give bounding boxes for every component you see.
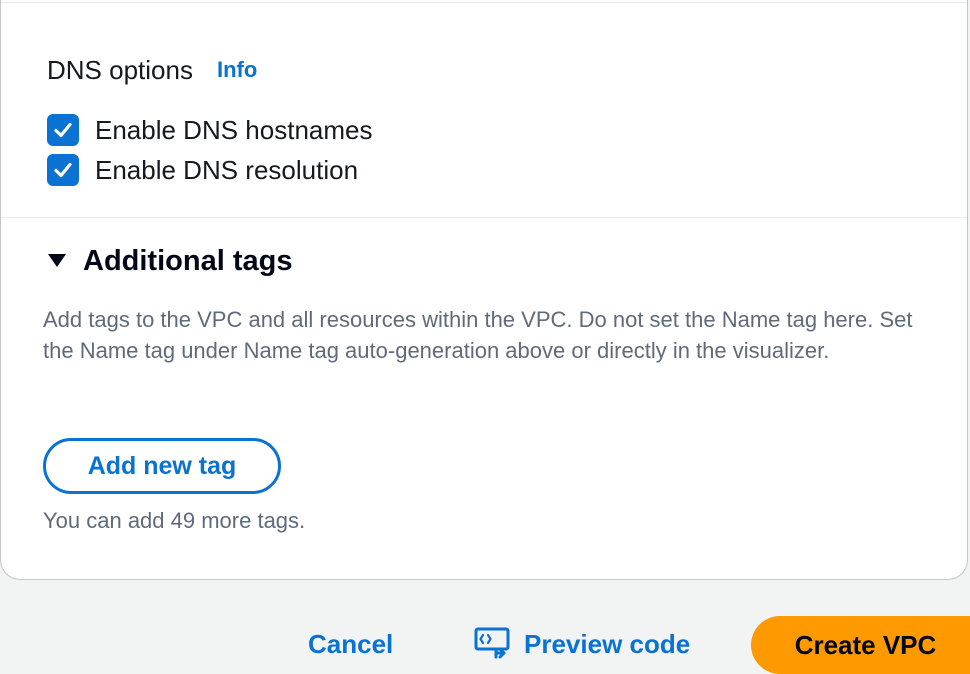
checkbox-checked[interactable] bbox=[47, 154, 79, 186]
preview-code-label: Preview code bbox=[524, 628, 691, 659]
check-icon bbox=[54, 122, 72, 138]
enable-dns-hostnames-checkbox[interactable]: Enable DNS hostnames bbox=[47, 113, 372, 147]
dns-info-link[interactable]: Info bbox=[217, 57, 257, 83]
dns-options-label: DNS options bbox=[47, 54, 193, 85]
preview-code-button[interactable]: Preview code bbox=[474, 626, 690, 662]
vpc-settings-panel: DNS options Info Enable DNS hostnames En… bbox=[0, 0, 968, 580]
enable-dns-resolution-label: Enable DNS resolution bbox=[95, 154, 359, 185]
additional-tags-toggle[interactable]: Additional tags bbox=[45, 242, 292, 280]
additional-tags-title: Additional tags bbox=[83, 244, 293, 277]
create-vpc-button[interactable]: Create VPC bbox=[751, 616, 970, 674]
enable-dns-resolution-checkbox[interactable]: Enable DNS resolution bbox=[47, 153, 358, 187]
add-new-tag-button[interactable]: Add new tag bbox=[43, 438, 281, 494]
caret-down-icon bbox=[45, 249, 69, 273]
code-preview-icon bbox=[474, 627, 510, 659]
cancel-button[interactable]: Cancel bbox=[308, 626, 393, 662]
section-divider bbox=[1, 217, 967, 218]
dns-options-header: DNS options Info bbox=[47, 52, 257, 88]
checkbox-checked[interactable] bbox=[47, 114, 79, 146]
tags-remaining-hint: You can add 49 more tags. bbox=[43, 508, 306, 533]
enable-dns-hostnames-label: Enable DNS hostnames bbox=[95, 114, 373, 145]
additional-tags-description: Add tags to the VPC and all resources wi… bbox=[43, 307, 913, 363]
panel-top-divider bbox=[1, 2, 967, 3]
check-icon bbox=[54, 162, 72, 178]
